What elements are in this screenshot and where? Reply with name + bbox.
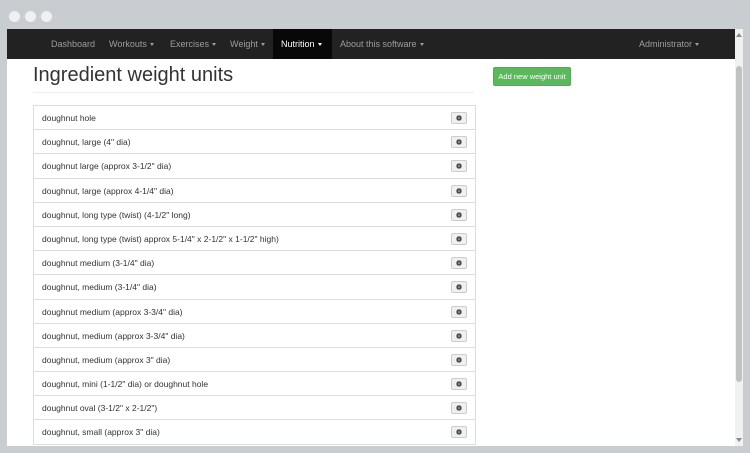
- row-settings-button[interactable]: [451, 184, 467, 197]
- weight-unit-label: doughnut, small (approx 3" dia): [42, 427, 160, 438]
- gear-icon: [456, 429, 462, 436]
- row-settings-button[interactable]: [451, 160, 467, 173]
- row-settings-button[interactable]: [451, 136, 467, 149]
- weight-unit-label: doughnut, medium (approx 3-3/4" dia): [42, 330, 185, 341]
- list-item: doughnut large (approx 3-1/2" dia): [34, 154, 475, 179]
- row-settings-button[interactable]: [451, 305, 467, 318]
- weight-unit-label: doughnut, medium (approx 3" dia): [42, 354, 171, 365]
- row-settings-button[interactable]: [451, 426, 467, 439]
- weight-unit-label: doughnut medium (3-1/4" dia): [42, 258, 155, 269]
- caret-down-icon: [260, 43, 265, 47]
- gear-icon: [456, 187, 462, 194]
- nav-weight[interactable]: Weight: [222, 29, 273, 59]
- nav-about[interactable]: About this software: [332, 29, 432, 59]
- row-settings-button[interactable]: [451, 378, 467, 391]
- window-titlebar: [0, 0, 750, 30]
- nav-about-label: About this software: [340, 39, 417, 49]
- caret-down-icon: [695, 43, 700, 47]
- list-item: doughnut hole: [34, 106, 475, 131]
- list-item: doughnut, medium (approx 3-3/4" dia): [34, 324, 475, 348]
- nav-user-menu[interactable]: Administrator: [631, 29, 707, 59]
- list-item: doughnut, medium (approx 3" dia): [34, 348, 475, 373]
- weight-unit-label: doughnut large (approx 3-1/2" dia): [42, 161, 172, 172]
- gear-icon: [456, 139, 462, 146]
- weight-unit-label: doughnut, long type (twist) approx 5-1/4…: [42, 233, 279, 244]
- gear-icon: [456, 308, 462, 315]
- weight-unit-label: doughnut, long type (twist) (4-1/2" long…: [42, 209, 191, 220]
- weight-unit-label: doughnut oval (3-1/2" x 2-1/2"): [42, 403, 158, 414]
- nav-nutrition-label: Nutrition: [281, 39, 315, 49]
- nav-workouts[interactable]: Workouts: [101, 29, 162, 59]
- gear-icon: [456, 332, 462, 339]
- list-item: doughnut, large (4" dia): [34, 130, 475, 155]
- row-settings-button[interactable]: [451, 329, 467, 342]
- top-navbar: Dashboard Workouts Exercises Weight Nutr…: [7, 29, 743, 59]
- page-title: Ingredient weight units: [33, 64, 234, 86]
- row-settings-button[interactable]: [451, 112, 467, 124]
- list-item: doughnut, medium (3-1/4" dia): [34, 275, 475, 300]
- row-settings-button[interactable]: [451, 402, 467, 415]
- nav-weight-label: Weight: [230, 39, 258, 49]
- list-item: doughnut medium (approx 3-3/4" dia): [34, 300, 475, 324]
- weight-unit-label: doughnut medium (approx 3-3/4" dia): [42, 306, 183, 317]
- gear-icon: [456, 381, 462, 388]
- caret-down-icon: [317, 43, 322, 47]
- weight-unit-label: doughnut, medium (3-1/4" dia): [42, 282, 157, 293]
- gear-icon: [456, 405, 462, 412]
- gear-icon: [456, 235, 462, 242]
- caret-down-icon: [212, 43, 217, 47]
- window-close-dot[interactable]: [9, 11, 20, 22]
- caret-down-icon: [149, 43, 154, 47]
- row-settings-button[interactable]: [451, 257, 467, 270]
- list-item: doughnut, small (approx 3" dia): [34, 420, 475, 445]
- scroll-down-arrow-icon[interactable]: [736, 438, 742, 442]
- list-item: doughnut medium (3-1/4" dia): [34, 251, 475, 276]
- nav-exercises[interactable]: Exercises: [162, 29, 224, 59]
- gear-icon: [456, 163, 462, 170]
- scroll-up-arrow-icon[interactable]: [736, 33, 742, 37]
- row-settings-button[interactable]: [451, 232, 467, 245]
- row-settings-button[interactable]: [451, 208, 467, 221]
- list-item: doughnut, long type (twist) approx 5-1/4…: [34, 227, 475, 252]
- list-item: doughnut, mini (1-1/2" dia) or doughnut …: [34, 372, 475, 397]
- row-settings-button[interactable]: [451, 281, 467, 294]
- gear-icon: [456, 284, 462, 291]
- weight-unit-label: doughnut, large (4" dia): [42, 137, 131, 148]
- nav-exercises-label: Exercises: [170, 39, 210, 49]
- weight-unit-label: doughnut, large (approx 4-1/4" dia): [42, 185, 174, 196]
- nav-user-label: Administrator: [639, 39, 693, 49]
- window-minimize-dot[interactable]: [25, 11, 36, 22]
- weight-unit-label: doughnut hole: [42, 113, 96, 123]
- gear-icon: [456, 115, 462, 121]
- nav-nutrition[interactable]: Nutrition: [273, 29, 332, 59]
- title-divider: [33, 92, 474, 93]
- gear-icon: [456, 260, 462, 267]
- list-item: doughnut, large (approx 4-1/4" dia): [34, 179, 475, 203]
- caret-down-icon: [419, 43, 424, 47]
- gear-icon: [456, 356, 462, 363]
- gear-icon: [456, 211, 462, 218]
- nav-dashboard-label: Dashboard: [51, 39, 96, 49]
- row-settings-button[interactable]: [451, 353, 467, 366]
- window-zoom-dot[interactable]: [41, 11, 52, 22]
- add-weight-unit-button[interactable]: Add new weight unit: [493, 67, 571, 86]
- list-item: doughnut, long type (twist) (4-1/2" long…: [34, 203, 475, 227]
- nav-dashboard[interactable]: Dashboard: [43, 29, 103, 59]
- list-item: doughnut oval (3-1/2" x 2-1/2"): [34, 396, 475, 421]
- vertical-scrollbar[interactable]: [735, 29, 743, 446]
- nav-workouts-label: Workouts: [109, 39, 147, 49]
- weight-unit-label: doughnut, mini (1-1/2" dia) or doughnut …: [42, 379, 209, 390]
- weight-unit-list: doughnut hole doughnut, large (4" dia) d…: [33, 105, 476, 445]
- scrollbar-thumb[interactable]: [736, 66, 742, 382]
- browser-window: Dashboard Workouts Exercises Weight Nutr…: [7, 29, 743, 446]
